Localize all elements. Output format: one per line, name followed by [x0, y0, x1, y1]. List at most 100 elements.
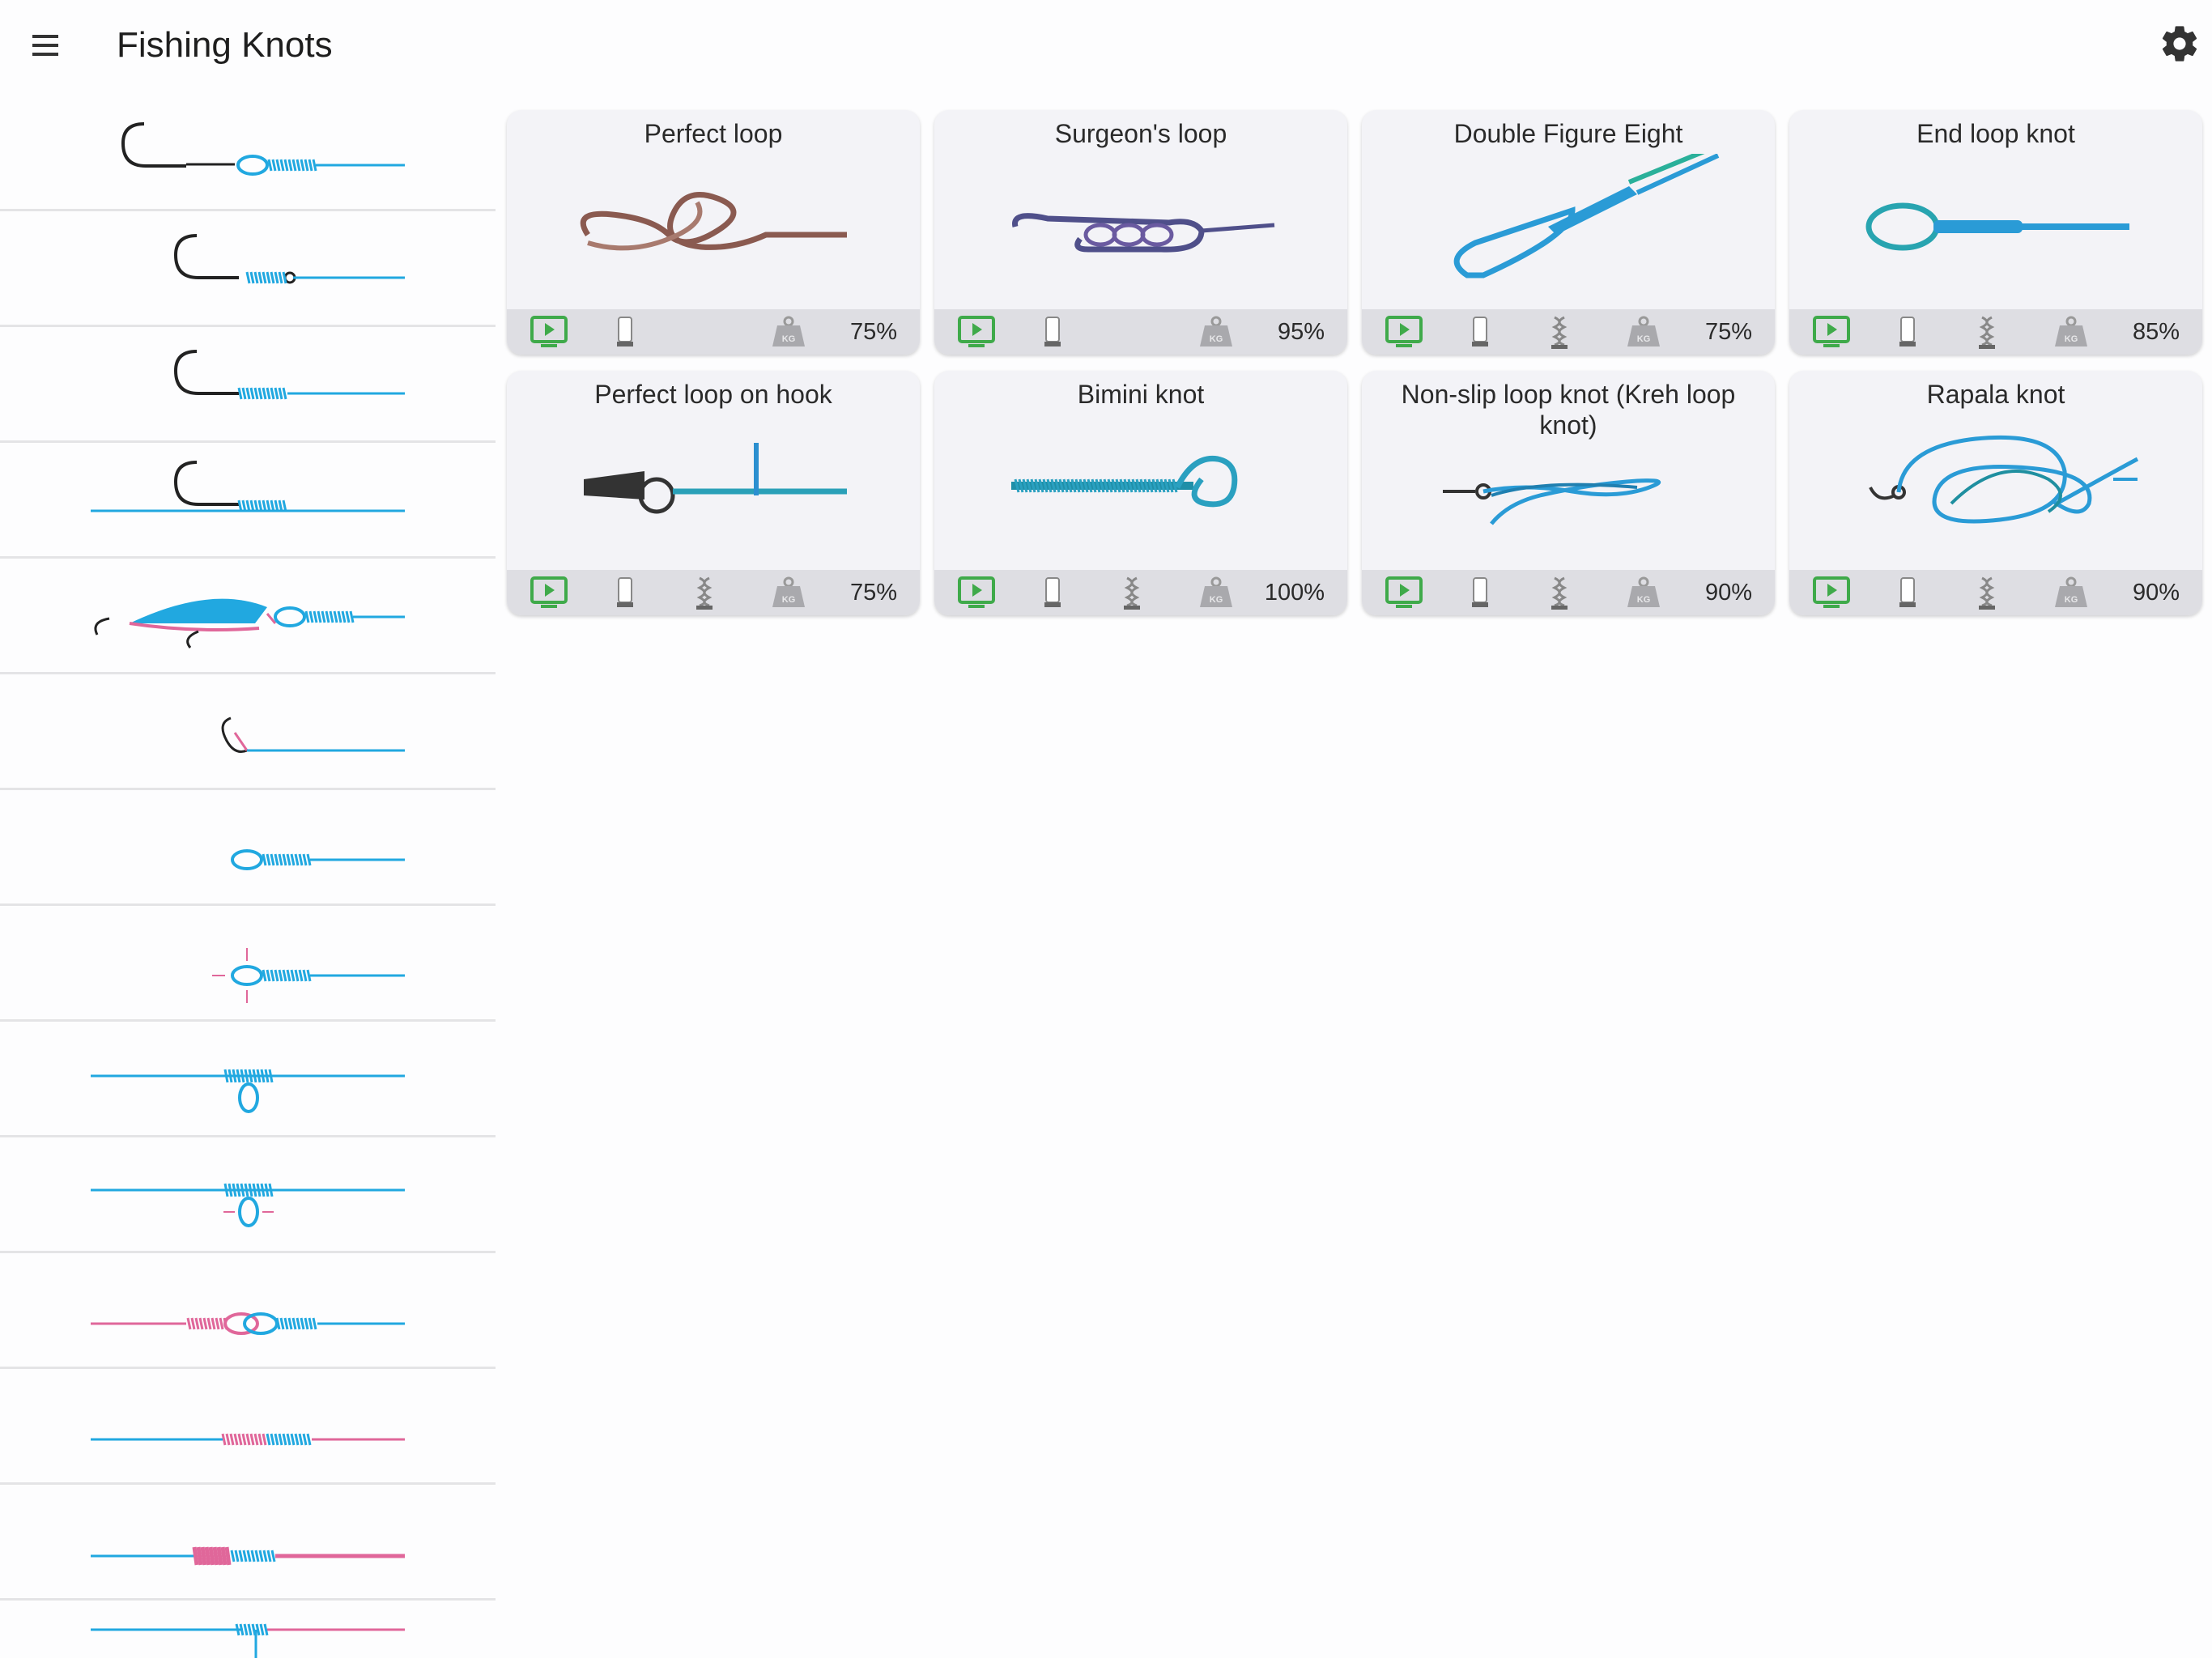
- svg-text:KG: KG: [1210, 334, 1223, 344]
- snap-swivel-knot-icon: [221, 716, 405, 753]
- knot-category-item[interactable]: [0, 1139, 496, 1253]
- video-play-icon[interactable]: [1812, 575, 1851, 610]
- knot-card-footer: KG 95%: [934, 309, 1347, 355]
- video-play-icon[interactable]: [957, 575, 996, 610]
- knot-illustration: [1453, 154, 1720, 278]
- knot-strength-percent: 75%: [1704, 319, 1752, 345]
- video-play-icon[interactable]: [1812, 314, 1851, 350]
- video-play-icon[interactable]: [957, 314, 996, 350]
- knot-illustration: [580, 192, 847, 251]
- knot-category-item[interactable]: [0, 1486, 496, 1601]
- mono-line-icon: [1044, 317, 1061, 346]
- knot-strength-percent: 75%: [849, 319, 897, 345]
- knot-card[interactable]: Perfect loop KG 75%: [507, 110, 920, 355]
- svg-text:KG: KG: [1210, 595, 1223, 605]
- kg-weight-icon: KG: [1200, 576, 1232, 607]
- braid-line-icon: [1551, 316, 1568, 349]
- svg-text:KG: KG: [782, 595, 796, 605]
- knot-strength-percent: 75%: [849, 580, 897, 606]
- knot-category-item[interactable]: [0, 329, 496, 443]
- knot-category-item[interactable]: [0, 1602, 496, 1658]
- line-to-line-icon: [91, 1433, 405, 1446]
- end-loop-crosshair-icon: [212, 948, 405, 1003]
- kg-weight-icon: KG: [772, 316, 805, 346]
- knot-category-item[interactable]: [0, 560, 496, 674]
- svg-text:KG: KG: [1637, 595, 1651, 605]
- kg-weight-icon: KG: [2055, 576, 2087, 607]
- end-loop-icon: [231, 849, 405, 870]
- gear-icon: [2162, 26, 2197, 62]
- knot-card-footer: KG 75%: [507, 570, 920, 615]
- knot-card[interactable]: Bimini knot KG 100%: [934, 371, 1347, 615]
- video-play-icon[interactable]: [1385, 575, 1423, 610]
- knot-category-list: [0, 97, 496, 1658]
- knot-card-footer: KG 75%: [507, 309, 920, 355]
- braid-line-icon: [1551, 576, 1568, 610]
- kg-weight-icon: KG: [1627, 316, 1660, 346]
- knot-card-footer: KG 90%: [1362, 570, 1775, 615]
- svg-text:KG: KG: [1637, 334, 1651, 344]
- knot-card-footer: KG 75%: [1362, 309, 1775, 355]
- knot-category-item[interactable]: [0, 444, 496, 559]
- menu-button[interactable]: [23, 23, 68, 68]
- knot-card[interactable]: Rapala knot KG 90%: [1789, 371, 2202, 615]
- loop-to-loop-icon: [91, 1312, 405, 1335]
- braid-line-icon: [1124, 576, 1140, 610]
- knot-illustration: [1011, 455, 1238, 508]
- knot-card-footer: KG 85%: [1789, 309, 2202, 355]
- hook-shank-knot-icon: [173, 350, 405, 400]
- hook-eye-knot-icon: [173, 234, 405, 284]
- knot-card[interactable]: End loop knot KG 85%: [1789, 110, 2202, 355]
- lure-loop-knot-icon: [94, 598, 405, 648]
- knot-strength-percent: 90%: [1704, 580, 1752, 606]
- braid-line-icon: [1979, 316, 1995, 349]
- hamburger-menu-icon: [32, 35, 58, 56]
- kg-weight-icon: KG: [1200, 316, 1232, 346]
- kg-weight-icon: KG: [1627, 576, 1660, 607]
- knot-card[interactable]: Non-slip loop knot (Kreh loop knot) KG 9…: [1362, 371, 1775, 615]
- knot-category-item[interactable]: [0, 97, 496, 211]
- svg-text:KG: KG: [2065, 334, 2078, 344]
- video-play-icon[interactable]: [530, 575, 568, 610]
- knot-title: End loop knot: [1916, 119, 2075, 148]
- knot-card[interactable]: Perfect loop on hook KG 75%: [507, 371, 920, 615]
- knot-strength-percent: 90%: [2132, 580, 2180, 606]
- knot-card-footer: KG 90%: [1789, 570, 2202, 615]
- mono-line-icon: [1472, 577, 1488, 607]
- knot-category-item[interactable]: [0, 792, 496, 906]
- knot-category-item[interactable]: [0, 676, 496, 790]
- braid-line-icon: [1979, 576, 1995, 610]
- knot-strength-percent: 100%: [1264, 580, 1325, 606]
- settings-button[interactable]: [2159, 23, 2201, 65]
- app-bar: Fishing Knots: [0, 0, 2212, 91]
- knot-illustration: [1443, 478, 1661, 525]
- video-play-icon[interactable]: [530, 314, 568, 350]
- line-to-line-tag-icon: [91, 1623, 405, 1658]
- hook-line-through-icon: [91, 461, 405, 512]
- knot-card-footer: KG 100%: [934, 570, 1347, 615]
- video-play-icon[interactable]: [1385, 314, 1423, 350]
- knot-strength-percent: 95%: [1277, 319, 1325, 345]
- knot-category-item[interactable]: [0, 908, 496, 1022]
- knot-category-item[interactable]: [0, 213, 496, 327]
- knot-illustration: [1865, 202, 2129, 251]
- knot-category-item[interactable]: [0, 1255, 496, 1369]
- knot-card[interactable]: Double Figure Eight KG 75%: [1362, 110, 1775, 355]
- knot-card[interactable]: Surgeon's loop KG 95%: [934, 110, 1347, 355]
- knot-title: Bimini knot: [1077, 380, 1205, 409]
- knot-title: Perfect loop: [644, 119, 783, 148]
- knot-category-item[interactable]: [0, 1371, 496, 1485]
- dropper-loop-icon: [91, 1069, 405, 1113]
- dropper-loop-crosshair-icon: [91, 1183, 405, 1227]
- svg-text:KG: KG: [782, 334, 796, 344]
- mono-line-icon: [617, 317, 633, 346]
- knot-illustration: [584, 443, 847, 514]
- kg-weight-icon: KG: [772, 576, 805, 607]
- knot-title: Surgeon's loop: [1054, 119, 1227, 148]
- mono-line-icon: [1899, 317, 1916, 346]
- knot-category-item[interactable]: [0, 1023, 496, 1137]
- mono-line-icon: [1899, 577, 1916, 607]
- app-title: Fishing Knots: [117, 25, 333, 65]
- knot-illustration: [1869, 435, 2139, 524]
- knot-illustration: [1012, 213, 1275, 253]
